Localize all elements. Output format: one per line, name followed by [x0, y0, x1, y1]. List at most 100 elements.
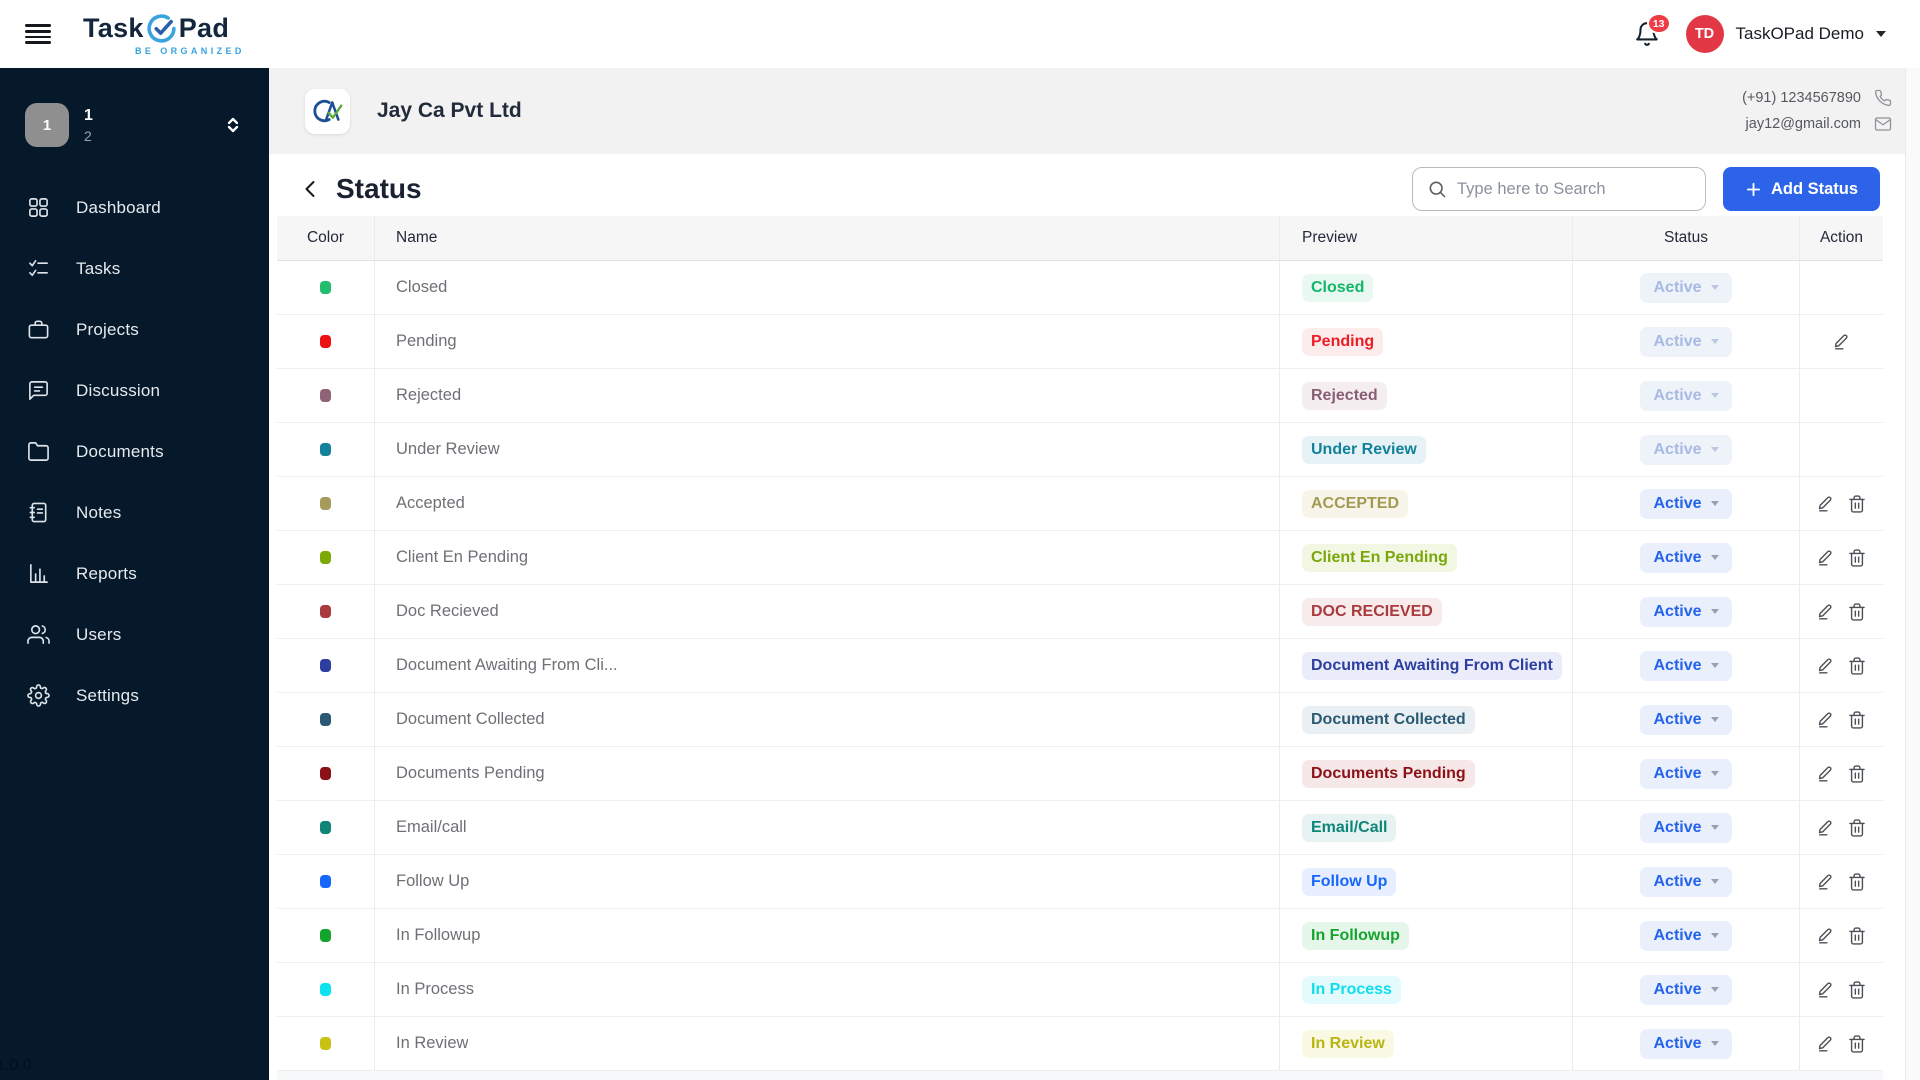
company-email: jay12@gmail.com: [1746, 115, 1892, 133]
sidebar: 1 1 2 Dashboard Tasks Projects Discussio…: [0, 68, 269, 1080]
delete-icon[interactable]: [1847, 764, 1867, 784]
sidebar-item-label: Reports: [76, 563, 137, 583]
sidebar-item-users[interactable]: Users: [0, 604, 269, 665]
hamburger-menu-icon[interactable]: [25, 24, 51, 44]
status-name: In Review: [396, 1034, 469, 1052]
status-dropdown[interactable]: Active: [1640, 758, 1732, 789]
header-preview: Preview: [1302, 229, 1358, 246]
sidebar-item-tasks[interactable]: Tasks: [0, 238, 269, 299]
edit-icon[interactable]: [1816, 764, 1836, 784]
notifications-button[interactable]: 13: [1634, 13, 1671, 47]
status-dropdown[interactable]: Active: [1640, 704, 1732, 735]
company-logo: [305, 88, 350, 134]
status-dropdown[interactable]: Active: [1640, 488, 1732, 519]
sidebar-item-settings[interactable]: Settings: [0, 665, 269, 726]
search-input[interactable]: [1457, 179, 1691, 199]
preview-badge: ACCEPTED: [1302, 489, 1409, 518]
preview-badge: Under Review: [1302, 435, 1426, 464]
delete-icon[interactable]: [1847, 494, 1867, 514]
status-dropdown[interactable]: Active: [1640, 866, 1732, 897]
search-box[interactable]: [1412, 167, 1706, 211]
sidebar-item-notes[interactable]: Notes: [0, 482, 269, 543]
header-name: Name: [396, 229, 438, 246]
status-dropdown[interactable]: Active: [1640, 974, 1732, 1005]
status-dropdown[interactable]: Active: [1640, 650, 1732, 681]
chevron-up-down-icon[interactable]: [221, 113, 245, 137]
delete-icon[interactable]: [1847, 710, 1867, 730]
table-row: Doc Recieved DOC RECIEVED Active: [277, 585, 1883, 639]
table-row: Document Collected Document Collected Ac…: [277, 693, 1883, 747]
edit-icon[interactable]: [1816, 710, 1836, 730]
edit-icon[interactable]: [1816, 1034, 1836, 1054]
sidebar-item-label: Projects: [76, 319, 140, 339]
status-dropdown[interactable]: Active: [1640, 920, 1732, 951]
chevron-down-icon: [1710, 987, 1719, 992]
edit-icon[interactable]: [1832, 332, 1852, 352]
color-swatch: [320, 551, 331, 564]
account-menu[interactable]: TaskOPad Demo: [1736, 24, 1886, 44]
color-swatch: [320, 443, 331, 456]
sidebar-item-label: Discussion: [76, 380, 161, 400]
delete-icon[interactable]: [1847, 926, 1867, 946]
page-title: Status: [336, 173, 422, 204]
edit-icon[interactable]: [1816, 926, 1836, 946]
sidebar-item-reports[interactable]: Reports: [0, 543, 269, 604]
edit-icon[interactable]: [1816, 494, 1836, 514]
status-name: Under Review: [396, 440, 500, 458]
table-row: Follow Up Follow Up Active: [277, 855, 1883, 909]
edit-icon[interactable]: [1816, 818, 1836, 838]
edit-icon[interactable]: [1816, 980, 1836, 1000]
status-dropdown[interactable]: Active: [1640, 542, 1732, 573]
status-name: Email/call: [396, 818, 467, 836]
table-row: Pending Pending Active: [277, 315, 1883, 369]
table-row: Client En Pending Client En Pending Acti…: [277, 531, 1883, 585]
status-dropdown-label: Active: [1653, 1034, 1702, 1052]
delete-icon[interactable]: [1847, 980, 1867, 1000]
delete-icon[interactable]: [1847, 548, 1867, 568]
status-name: Document Collected: [396, 710, 545, 728]
edit-icon[interactable]: [1816, 548, 1836, 568]
user-avatar[interactable]: TD: [1685, 15, 1724, 53]
delete-icon[interactable]: [1847, 872, 1867, 892]
delete-icon[interactable]: [1847, 1034, 1867, 1054]
scrollbar[interactable]: [1905, 68, 1920, 1080]
sidebar-item-discussion[interactable]: Discussion: [0, 360, 269, 421]
add-status-button[interactable]: Add Status: [1723, 167, 1880, 211]
back-button[interactable]: [299, 177, 323, 201]
status-dropdown-label: Active: [1653, 818, 1702, 836]
edit-icon[interactable]: [1816, 872, 1836, 892]
edit-icon[interactable]: [1816, 656, 1836, 676]
status-dropdown[interactable]: Active: [1640, 1028, 1732, 1059]
status-dropdown[interactable]: Active: [1640, 596, 1732, 627]
workspace-switcher[interactable]: 1 1 2: [0, 68, 269, 147]
status-name: Closed: [396, 278, 448, 296]
status-dropdown[interactable]: Active: [1640, 812, 1732, 843]
status-dropdown: Active: [1640, 380, 1732, 411]
sidebar-item-documents[interactable]: Documents: [0, 421, 269, 482]
delete-icon[interactable]: [1847, 656, 1867, 676]
sidebar-item-projects[interactable]: Projects: [0, 299, 269, 360]
preview-badge: Follow Up: [1302, 867, 1397, 896]
status-dropdown-label: Active: [1653, 926, 1702, 944]
sidebar-item-dashboard[interactable]: Dashboard: [0, 177, 269, 238]
logo-text-task: Task: [83, 13, 144, 43]
status-dropdown-label: Active: [1653, 764, 1702, 782]
preview-badge: Closed: [1302, 273, 1374, 302]
company-name: Jay Ca Pvt Ltd: [377, 99, 522, 122]
status-dropdown-label: Active: [1653, 332, 1702, 350]
row-actions: [1800, 423, 1883, 476]
logo-tagline: BE ORGANIZED: [135, 46, 245, 56]
topbar: Task Pad BE ORGANIZED 13 TD TaskOPad Dem…: [0, 0, 1920, 68]
preview-badge: In Followup: [1302, 921, 1409, 950]
status-name: In Followup: [396, 926, 481, 944]
delete-icon[interactable]: [1847, 818, 1867, 838]
discussion-icon: [27, 379, 50, 402]
sidebar-menu: Dashboard Tasks Projects Discussion Docu…: [0, 177, 269, 726]
edit-icon[interactable]: [1816, 602, 1836, 622]
header-color: Color: [306, 229, 345, 246]
documents-icon: [27, 440, 50, 463]
company-phone: (+91) 1234567890: [1742, 89, 1892, 107]
delete-icon[interactable]: [1847, 602, 1867, 622]
table-row: Email/call Email/Call Active: [277, 801, 1883, 855]
row-actions: [1800, 1017, 1883, 1070]
